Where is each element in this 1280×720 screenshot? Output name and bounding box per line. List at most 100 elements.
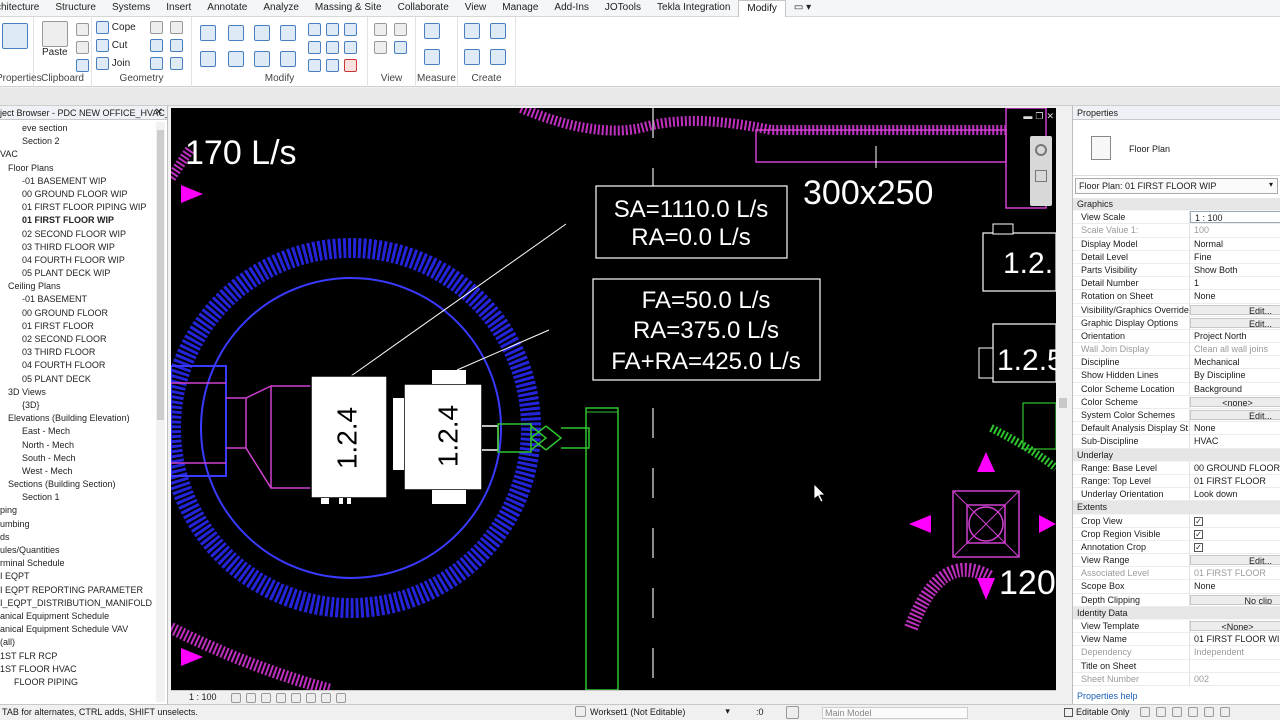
design-options-icon[interactable] — [786, 706, 799, 719]
create-assembly-icon[interactable] — [464, 23, 480, 39]
tree-item[interactable]: 00 GROUND FLOOR — [0, 307, 155, 320]
tab-structure[interactable]: Structure — [47, 0, 104, 17]
ceiling-diffuser[interactable] — [952, 490, 1020, 558]
property-value[interactable]: 1 : 100 — [1190, 211, 1280, 224]
tree-item[interactable]: eve section — [0, 122, 155, 135]
tree-item[interactable]: (all) — [0, 636, 155, 649]
instance-selector[interactable]: Floor Plan: 01 FIRST FLOOR WIP ▾ — [1075, 178, 1278, 194]
geometry-tool-4-icon[interactable] — [170, 39, 183, 52]
reveal-hidden-icon[interactable] — [336, 693, 346, 703]
pipe-vertical-green[interactable] — [585, 407, 619, 690]
supply-duct-main[interactable] — [171, 365, 311, 489]
scrollbar-thumb[interactable] — [1059, 398, 1067, 408]
minimize-view-icon[interactable]: ▬ — [1023, 111, 1032, 122]
tab-view[interactable]: View — [457, 0, 495, 17]
property-value[interactable]: By Discipline — [1190, 369, 1280, 381]
tab-jotools[interactable]: JOTools — [597, 0, 649, 17]
property-value[interactable]: None — [1190, 290, 1280, 302]
pin-icon[interactable] — [344, 23, 357, 36]
zoom-icon[interactable] — [1035, 170, 1047, 182]
tree-item[interactable]: -01 BASEMENT WIP — [0, 175, 155, 188]
tree-item[interactable]: 1ST FLR RCP — [0, 650, 155, 663]
active-model-selector[interactable]: Main Model — [822, 707, 968, 719]
property-checkbox[interactable]: ✓ — [1190, 528, 1280, 540]
tree-item[interactable]: 04 FOURTH FLOOR WIP — [0, 254, 155, 267]
property-edit-button[interactable]: Edit... — [1190, 304, 1280, 315]
tree-item[interactable]: Sections (Building Section) — [0, 478, 155, 491]
tree-item[interactable]: North - Mech — [0, 439, 155, 452]
mirror-axis-icon[interactable] — [254, 25, 270, 41]
property-value[interactable]: Fine — [1190, 251, 1280, 263]
property-value[interactable]: Look down — [1190, 488, 1280, 500]
visual-style-icon[interactable] — [246, 693, 256, 703]
property-value[interactable]: None — [1190, 422, 1280, 434]
ribbon-toggle-icon[interactable]: ▭ ▾ — [786, 0, 819, 17]
tab-tekla-integration[interactable]: Tekla Integration — [649, 0, 738, 17]
copy-icon[interactable] — [76, 41, 89, 54]
match-type-icon[interactable] — [76, 59, 89, 72]
temporary-hide-icon[interactable] — [321, 693, 331, 703]
tab-architecture[interactable]: Architecture — [0, 0, 47, 17]
tree-item[interactable]: Section 1 — [0, 491, 155, 504]
tree-item[interactable]: 3D Views — [0, 386, 155, 399]
property-checkbox[interactable]: ✓ — [1190, 515, 1280, 527]
view-arrow-3[interactable] — [909, 515, 931, 533]
paste-button[interactable]: Paste — [42, 47, 68, 58]
trim-multiple-icon[interactable] — [308, 59, 321, 72]
property-value[interactable]: None — [1190, 580, 1280, 592]
select-links-icon[interactable] — [1140, 707, 1150, 717]
floor-plan-drawing[interactable]: 1.2.4 1.2.4 SA=1110.0 L/s RA=0.0 L/s FA=… — [171, 108, 1056, 690]
tree-item[interactable]: 00 GROUND FLOOR WIP — [0, 188, 155, 201]
tree-item[interactable]: West - Mech — [0, 465, 155, 478]
view-arrow-5[interactable] — [977, 452, 995, 472]
create-group-icon[interactable] — [464, 49, 480, 65]
dimension-icon[interactable] — [424, 49, 440, 65]
extend-icon[interactable] — [326, 59, 339, 72]
select-underlay-icon[interactable] — [1156, 707, 1166, 717]
hide-icon[interactable] — [374, 23, 387, 36]
property-value[interactable]: 00 GROUND FLOOR — [1190, 462, 1280, 474]
close-view-icon[interactable]: ✕ — [1046, 111, 1054, 122]
override-icon[interactable] — [394, 23, 407, 36]
tab-annotate[interactable]: Annotate — [199, 0, 255, 17]
property-value[interactable]: 01 FIRST FLOOR — [1190, 475, 1280, 487]
view-arrow-1[interactable] — [181, 185, 203, 203]
view-arrow-4[interactable] — [1039, 515, 1056, 533]
property-value[interactable] — [1190, 660, 1280, 672]
tree-item[interactable]: South - Mech — [0, 452, 155, 465]
property-value[interactable]: 01 FIRST FLOOR WIP — [1190, 633, 1280, 645]
property-edit-button[interactable]: Edit... — [1190, 410, 1280, 421]
tree-item[interactable]: 01 FIRST FLOOR — [0, 320, 155, 333]
tree-item[interactable]: 01 FIRST FLOOR WIP — [0, 214, 155, 227]
offset-icon[interactable] — [228, 25, 244, 41]
property-edit-button[interactable]: No clip — [1190, 594, 1280, 605]
tree-item[interactable]: Section 2 — [0, 135, 155, 148]
tree-item[interactable]: ds — [0, 531, 155, 544]
tab-insert[interactable]: Insert — [158, 0, 199, 17]
create-parts-icon[interactable] — [490, 23, 506, 39]
scale-icon[interactable] — [326, 41, 339, 54]
geometry-tool-1-icon[interactable] — [150, 21, 163, 34]
tree-item[interactable]: I EQPT — [0, 570, 155, 583]
property-value[interactable]: HVAC — [1190, 435, 1280, 447]
property-edit-button[interactable]: <none> — [1190, 396, 1280, 407]
tree-item[interactable]: 01 FIRST FLOOR PIPING WIP — [0, 201, 155, 214]
scrollbar-thumb[interactable] — [157, 130, 164, 420]
tree-item[interactable]: Ceiling Plans — [0, 280, 155, 293]
tree-item[interactable]: umbing — [0, 518, 155, 531]
property-value[interactable]: Show Both — [1190, 264, 1280, 276]
tree-item[interactable]: 03 THIRD FLOOR WIP — [0, 241, 155, 254]
mirror-draw-icon[interactable] — [280, 25, 296, 41]
tab-collaborate[interactable]: Collaborate — [390, 0, 457, 17]
property-edit-button[interactable]: Edit... — [1190, 317, 1280, 328]
trim-icon[interactable] — [280, 51, 296, 67]
tree-item[interactable]: -01 BASEMENT — [0, 293, 155, 306]
tab-add-ins[interactable]: Add-Ins — [546, 0, 596, 17]
align-icon[interactable] — [200, 25, 216, 41]
tree-item[interactable]: Elevations (Building Elevation) — [0, 412, 155, 425]
properties-help-link[interactable]: Properties help — [1077, 691, 1138, 701]
linework-icon[interactable] — [374, 41, 387, 54]
rotate-icon[interactable] — [254, 51, 270, 67]
cope-button[interactable]: Cope — [96, 21, 136, 34]
unpin-icon[interactable] — [344, 41, 357, 54]
